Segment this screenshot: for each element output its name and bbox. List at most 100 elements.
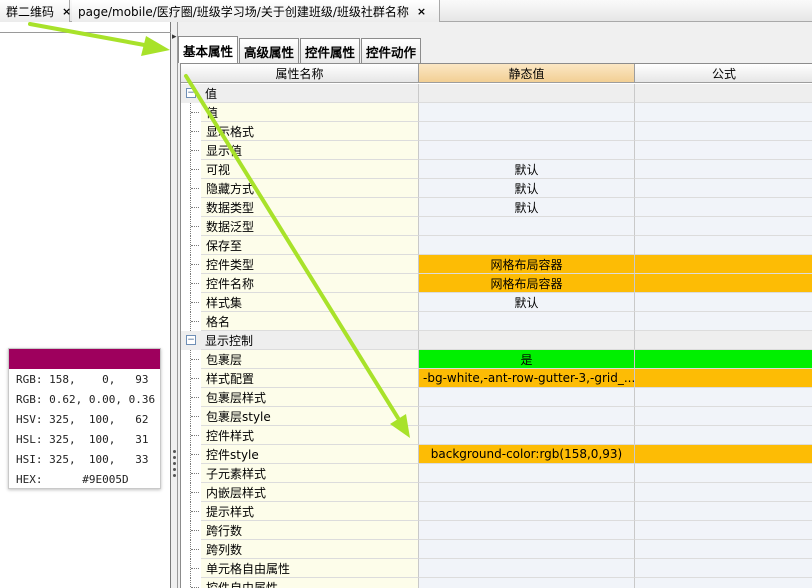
property-row[interactable]: 跨列数	[181, 540, 812, 559]
tree-line	[191, 245, 199, 246]
close-icon[interactable]: ×	[417, 5, 426, 18]
property-group-row[interactable]: − 值	[181, 84, 812, 103]
tab-control-actions[interactable]: 控件动作	[361, 38, 422, 63]
property-static-value[interactable]: 默认	[419, 198, 635, 217]
property-group-row[interactable]: − 显示控制	[181, 331, 812, 350]
property-formula-cell[interactable]	[635, 559, 812, 578]
grip-dot-icon	[173, 450, 176, 453]
property-static-value[interactable]	[419, 331, 635, 350]
property-row[interactable]: 显示格式	[181, 122, 812, 141]
property-static-value[interactable]: 网格布局容器	[419, 255, 635, 274]
property-formula-cell[interactable]	[635, 198, 812, 217]
close-icon[interactable]: ×	[62, 5, 71, 18]
property-row[interactable]: 隐藏方式 默认	[181, 179, 812, 198]
property-static-value[interactable]	[419, 426, 635, 445]
property-row[interactable]: 数据类型 默认	[181, 198, 812, 217]
property-row[interactable]: 格名	[181, 312, 812, 331]
property-static-value[interactable]: 默认	[419, 293, 635, 312]
property-row[interactable]: 内嵌层样式	[181, 483, 812, 502]
tree-gutter	[181, 274, 201, 293]
property-row[interactable]: 显示值	[181, 141, 812, 160]
property-static-value[interactable]	[419, 217, 635, 236]
property-row[interactable]: 样式集 默认	[181, 293, 812, 312]
property-row[interactable]: 控件样式	[181, 426, 812, 445]
doc-tab-qrcode[interactable]: 群二维码 ×	[0, 0, 71, 22]
collapse-toggle-icon[interactable]: −	[186, 335, 196, 345]
property-formula-cell[interactable]	[635, 84, 812, 103]
property-row[interactable]: 控件style background-color:rgb(158,0,93)	[181, 445, 812, 464]
property-formula-cell[interactable]	[635, 217, 812, 236]
property-row[interactable]: 控件自由属性	[181, 578, 812, 588]
property-row[interactable]: 跨行数	[181, 521, 812, 540]
property-static-value[interactable]	[419, 388, 635, 407]
property-formula-cell[interactable]	[635, 464, 812, 483]
property-formula-cell[interactable]	[635, 578, 812, 588]
property-formula-cell[interactable]	[635, 274, 812, 293]
property-row[interactable]: 控件类型 网格布局容器	[181, 255, 812, 274]
property-static-value[interactable]	[419, 502, 635, 521]
property-row[interactable]: 可视 默认	[181, 160, 812, 179]
property-static-value[interactable]	[419, 407, 635, 426]
property-formula-cell[interactable]	[635, 426, 812, 445]
collapse-arrow-icon[interactable]: ▸	[172, 32, 177, 42]
property-formula-cell[interactable]	[635, 179, 812, 198]
property-static-value[interactable]: background-color:rgb(158,0,93)	[419, 445, 635, 464]
tab-advanced-properties[interactable]: 高级属性	[239, 38, 300, 63]
property-formula-cell[interactable]	[635, 350, 812, 369]
property-formula-cell[interactable]	[635, 502, 812, 521]
property-static-value[interactable]	[419, 578, 635, 588]
property-static-value[interactable]: 是	[419, 350, 635, 369]
property-formula-cell[interactable]	[635, 388, 812, 407]
property-static-value[interactable]	[419, 236, 635, 255]
property-row[interactable]: 数据泛型	[181, 217, 812, 236]
column-header-formula[interactable]: 公式	[635, 64, 812, 83]
property-static-value[interactable]	[419, 122, 635, 141]
property-static-value[interactable]	[419, 521, 635, 540]
tab-control-properties[interactable]: 控件属性	[300, 38, 361, 63]
property-row[interactable]: 子元素样式	[181, 464, 812, 483]
property-static-value[interactable]	[419, 464, 635, 483]
property-static-value[interactable]	[419, 559, 635, 578]
property-formula-cell[interactable]	[635, 103, 812, 122]
property-static-value[interactable]	[419, 540, 635, 559]
column-header-name[interactable]: 属性名称	[181, 64, 419, 83]
property-formula-cell[interactable]	[635, 160, 812, 179]
property-static-value[interactable]: 默认	[419, 160, 635, 179]
property-row[interactable]: 包裹层是	[181, 350, 812, 369]
property-row[interactable]: 保存至	[181, 236, 812, 255]
property-formula-cell[interactable]	[635, 236, 812, 255]
property-row[interactable]: 样式配置 -bg-white,-ant-row-gutter-3,-grid_..…	[181, 369, 812, 388]
property-formula-cell[interactable]	[635, 331, 812, 350]
property-static-value[interactable]: 网格布局容器	[419, 274, 635, 293]
property-static-value[interactable]: -bg-white,-ant-row-gutter-3,-grid_...	[419, 369, 635, 388]
property-formula-cell[interactable]	[635, 312, 812, 331]
property-formula-cell[interactable]	[635, 255, 812, 274]
column-header-static-value[interactable]: 静态值	[419, 64, 635, 83]
property-static-value[interactable]: 默认	[419, 179, 635, 198]
tree-line	[191, 131, 199, 132]
property-row[interactable]: 提示样式	[181, 502, 812, 521]
pane-splitter[interactable]: ▸	[171, 22, 178, 588]
property-formula-cell[interactable]	[635, 293, 812, 312]
property-formula-cell[interactable]	[635, 407, 812, 426]
property-formula-cell[interactable]	[635, 122, 812, 141]
doc-tab-page[interactable]: page/mobile/医疗圈/班级学习场/关于创建班级/班级社群名称 ×	[72, 0, 440, 22]
property-formula-cell[interactable]	[635, 445, 812, 464]
property-row[interactable]: 包裹层style	[181, 407, 812, 426]
property-formula-cell[interactable]	[635, 141, 812, 160]
property-row[interactable]: 控件名称 网格布局容器	[181, 274, 812, 293]
property-row[interactable]: 包裹层样式	[181, 388, 812, 407]
tab-basic-properties[interactable]: 基本属性	[178, 36, 239, 63]
property-static-value[interactable]	[419, 483, 635, 502]
property-static-value[interactable]	[419, 84, 635, 103]
collapse-toggle-icon[interactable]: −	[186, 88, 196, 98]
property-static-value[interactable]	[419, 312, 635, 331]
property-formula-cell[interactable]	[635, 483, 812, 502]
property-static-value[interactable]	[419, 103, 635, 122]
property-row[interactable]: 值	[181, 103, 812, 122]
property-row[interactable]: 单元格自由属性	[181, 559, 812, 578]
property-formula-cell[interactable]	[635, 521, 812, 540]
property-static-value[interactable]	[419, 141, 635, 160]
property-formula-cell[interactable]	[635, 369, 812, 388]
property-formula-cell[interactable]	[635, 540, 812, 559]
